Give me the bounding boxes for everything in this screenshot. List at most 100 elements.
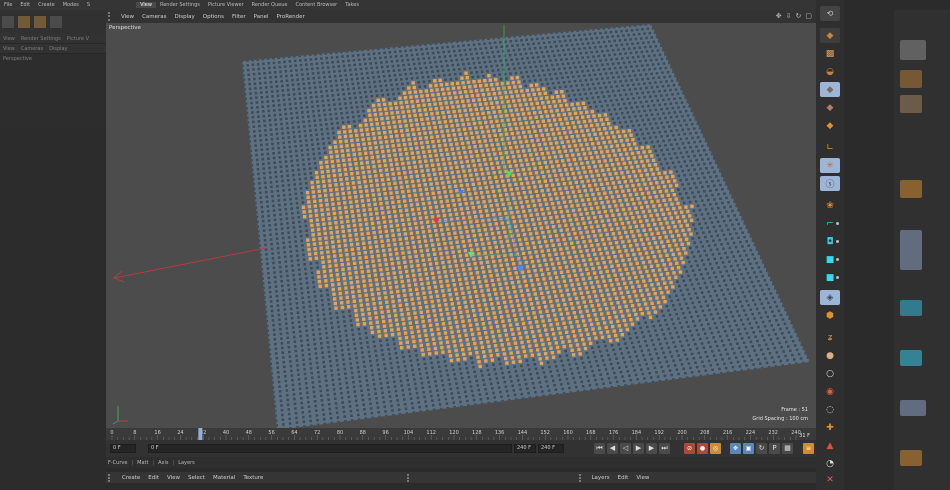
menu-edit[interactable]: Edit	[16, 2, 34, 8]
particle	[295, 297, 298, 300]
menu-create[interactable]: Create	[34, 2, 59, 8]
tab-content-browser[interactable]: Content Browser	[292, 2, 342, 8]
selected-particle	[364, 217, 368, 222]
menu-file[interactable]: File	[0, 2, 16, 8]
selected-particle	[540, 249, 544, 253]
selected-particle	[442, 293, 446, 298]
rotate-view-icon[interactable]: ↻	[796, 12, 802, 20]
panel-drag-handle[interactable]	[108, 12, 114, 21]
left-menu-display[interactable]: Display	[46, 46, 70, 52]
particle	[287, 341, 290, 344]
selected-particle	[353, 190, 357, 194]
particle	[321, 137, 325, 141]
particle	[276, 371, 280, 374]
move-down-icon[interactable]: ⇩	[786, 12, 792, 20]
left-menu-cameras[interactable]: Cameras	[18, 46, 46, 52]
selected-particle	[469, 328, 474, 332]
particle	[297, 173, 301, 176]
menu-modes[interactable]: Modes	[59, 2, 83, 8]
plane-object[interactable]	[242, 24, 810, 428]
selected-particle	[551, 113, 555, 118]
maximize-icon[interactable]: ▢	[805, 12, 812, 20]
vp-menu-view[interactable]: View	[117, 14, 138, 20]
particle	[282, 98, 286, 102]
selected-particle	[520, 182, 524, 186]
particle	[322, 313, 326, 316]
left-menu-view[interactable]: View	[0, 36, 18, 42]
selected-particle	[349, 281, 354, 285]
selected-particle	[387, 276, 391, 280]
viewport-3d[interactable]: Perspective Frame : 51 Grid Spacing : 10…	[106, 23, 816, 428]
particle	[437, 51, 440, 54]
selected-particle	[390, 328, 394, 332]
particle	[634, 331, 637, 335]
selected-particle	[451, 105, 455, 109]
particle	[641, 372, 645, 376]
vp-menu-filter[interactable]: Filter	[228, 14, 250, 20]
left-menu-render-settings[interactable]: Render Settings	[18, 36, 64, 42]
selected-particle	[477, 116, 481, 121]
vp-menu-cameras[interactable]: Cameras	[138, 14, 170, 20]
particle	[278, 265, 282, 269]
selected-particle	[516, 350, 520, 354]
selected-particle	[588, 257, 592, 262]
particle	[375, 397, 378, 400]
selected-particle	[382, 187, 386, 191]
vp-menu-panel[interactable]: Panel	[250, 14, 273, 20]
particle	[550, 374, 554, 378]
particle	[644, 381, 648, 385]
selected-particle	[630, 197, 634, 202]
move-view-icon[interactable]: ✥	[776, 12, 782, 20]
particle	[259, 86, 263, 90]
selected-particle	[441, 350, 445, 354]
particle	[370, 66, 373, 70]
particle	[430, 65, 433, 69]
menu-s[interactable]: S	[83, 2, 94, 8]
left-menu-picture-viewer[interactable]: Picture V	[64, 36, 92, 42]
selected-particle	[490, 231, 495, 236]
selected-particle	[567, 274, 571, 278]
tab-takes[interactable]: Takes	[341, 2, 363, 8]
selected-particle	[468, 215, 472, 220]
particle	[545, 64, 549, 67]
vp-menu-options[interactable]: Options	[199, 14, 228, 20]
selected-particle	[355, 166, 359, 171]
particle	[436, 394, 440, 397]
particle	[606, 372, 609, 376]
tab-view[interactable]: View	[136, 2, 156, 8]
particle	[322, 413, 325, 416]
selected-particle	[579, 212, 583, 216]
selected-particle	[536, 301, 540, 305]
selected-particle	[587, 216, 591, 220]
selected-particle	[449, 297, 453, 301]
particle	[648, 371, 651, 375]
particle	[514, 398, 518, 401]
scene-canvas[interactable]	[106, 23, 816, 428]
left-menu-view-2[interactable]: View	[0, 46, 18, 52]
particle	[387, 46, 391, 49]
particle	[447, 378, 451, 381]
selected-particle	[484, 307, 489, 311]
selected-particle	[370, 188, 375, 193]
selected-particle	[586, 147, 591, 151]
selected-particle	[522, 209, 526, 214]
selected-particle	[361, 170, 366, 175]
particle	[417, 401, 420, 404]
tab-picture-viewer[interactable]: Picture Viewer	[204, 2, 248, 8]
particle	[312, 385, 315, 389]
selected-particle	[543, 198, 547, 202]
vp-menu-display[interactable]: Display	[171, 14, 199, 20]
selected-particle	[421, 122, 425, 126]
particle	[340, 112, 343, 115]
particle	[532, 358, 535, 361]
selected-particle	[531, 241, 535, 245]
selected-particle	[488, 157, 493, 161]
vp-menu-prorender[interactable]: ProRender	[273, 14, 309, 20]
particle	[570, 43, 574, 47]
tab-render-settings[interactable]: Render Settings	[156, 2, 204, 8]
selected-particle	[561, 298, 566, 302]
particle	[604, 344, 607, 348]
particle	[483, 42, 486, 45]
tab-render-queue[interactable]: Render Queue	[248, 2, 292, 8]
particle	[293, 283, 296, 286]
